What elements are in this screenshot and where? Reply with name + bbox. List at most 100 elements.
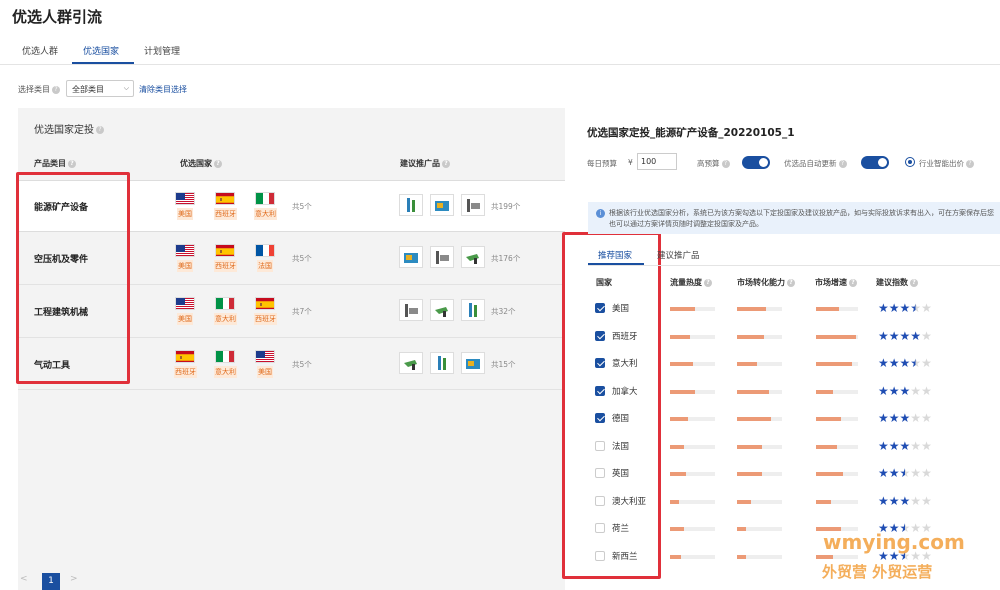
pager-prev-button[interactable]: < — [20, 574, 28, 584]
traffic-bar-fill — [670, 362, 693, 366]
country-checkbox[interactable] — [595, 303, 605, 313]
traffic-bar — [670, 362, 715, 366]
star-icon: ★ — [899, 438, 911, 453]
product-thumbnail[interactable] — [399, 299, 423, 321]
traffic-bar — [670, 389, 715, 394]
star-icon: ★ — [888, 411, 900, 425]
clear-category-link[interactable]: 清除类目选择 — [139, 84, 187, 95]
chevron-down-icon: ⌵ — [123, 84, 129, 92]
tab-optimal-country[interactable]: 优选国家 — [83, 44, 119, 57]
auto-update-toggle[interactable] — [861, 156, 889, 169]
product-count: 共32个 — [491, 307, 516, 316]
pager-page-1[interactable]: 1 — [42, 573, 60, 590]
country-flag-tag: 法国 — [254, 244, 276, 272]
country-tag-label: 西班牙 — [174, 366, 197, 378]
product-thumbnail[interactable] — [399, 194, 423, 216]
country-checkbox[interactable] — [595, 550, 605, 561]
conversion-bar-fill — [737, 389, 769, 394]
growth-bar-fill — [816, 362, 852, 366]
conversion-bar-fill — [737, 444, 762, 449]
help-icon[interactable]: ? — [96, 126, 104, 134]
smart-bid-radio[interactable] — [905, 157, 915, 167]
country-tag-label: 美国 — [177, 313, 193, 325]
star-icon: ★ — [910, 411, 922, 425]
country-checkbox[interactable] — [595, 330, 605, 341]
country-flag-tag: 美国 — [174, 244, 196, 272]
star-icon: ★ — [888, 493, 900, 508]
right-tabs-divider — [588, 265, 1000, 266]
help-icon[interactable]: ? — [721, 160, 730, 168]
category-select[interactable]: 全部类目 ⌵ — [66, 80, 134, 97]
recommendation-stars: ★★★★★ — [878, 440, 932, 452]
product-thumbnail[interactable] — [461, 194, 485, 216]
growth-bar-fill — [816, 307, 840, 311]
france-flag-icon — [255, 244, 275, 257]
product-thumbnail[interactable] — [430, 246, 454, 268]
country-checkbox[interactable] — [595, 523, 605, 533]
country-flag-tag: 西班牙 — [174, 350, 197, 378]
country-checkbox[interactable] — [595, 495, 605, 506]
traffic-bar-fill — [670, 554, 682, 559]
help-icon[interactable]: ? — [849, 278, 857, 287]
help-icon[interactable]: ? — [966, 160, 974, 168]
country-checkbox[interactable] — [595, 468, 605, 478]
country-checkbox[interactable] — [595, 413, 605, 423]
info-notice-text: 根据该行业优选国家分析，系统已为该方案勾选以下定投国家及建议投放产品，如与实际投… — [609, 209, 994, 228]
help-icon[interactable]: ? — [787, 278, 795, 287]
help-icon[interactable]: ? — [442, 159, 450, 168]
growth-bar-fill — [816, 499, 831, 504]
recommendation-stars: ★★★★★ — [878, 385, 932, 397]
country-name: 美国 — [612, 304, 630, 314]
help-icon[interactable]: ? — [214, 159, 222, 168]
help-icon[interactable]: ? — [52, 85, 60, 94]
country-name: 德国 — [612, 414, 630, 424]
star-icon: ★ — [878, 356, 889, 370]
tab-optimal-audience[interactable]: 优选人群 — [22, 44, 58, 57]
product-thumbnail[interactable] — [399, 246, 423, 268]
product-thumbnail[interactable] — [430, 352, 454, 374]
country-tag-label: 西班牙 — [214, 208, 237, 220]
traffic-bar — [670, 444, 715, 449]
tab-recommended-countries[interactable]: 推荐国家 — [598, 249, 632, 261]
product-thumbnail[interactable] — [461, 246, 485, 268]
country-checkbox[interactable] — [595, 385, 605, 396]
country-count: 共5个 — [292, 360, 312, 369]
active-right-tab-indicator — [588, 263, 644, 265]
help-icon[interactable]: ? — [910, 278, 918, 287]
traffic-bar — [670, 554, 715, 559]
usa-flag-icon — [175, 192, 195, 205]
product-thumbnail[interactable] — [461, 299, 485, 321]
help-icon[interactable]: ? — [704, 278, 712, 287]
country-tag-label: 西班牙 — [214, 260, 237, 272]
country-checkbox[interactable] — [595, 358, 605, 368]
col-conversion-text: 市场转化能力 — [737, 278, 785, 287]
star-icon: ★ — [878, 301, 889, 315]
country-flag-tag: 美国 — [174, 192, 196, 220]
help-icon[interactable]: ? — [68, 159, 76, 168]
usa-flag-icon — [255, 350, 275, 363]
col-product-category: 产品类目? — [34, 158, 76, 169]
product-thumbnail[interactable] — [430, 299, 454, 321]
product-thumbnail[interactable] — [399, 352, 423, 374]
auto-update-label: 优选品自动更新? — [784, 158, 847, 169]
pager-next-button[interactable]: > — [70, 574, 78, 584]
country-tag-label: 意大利 — [214, 366, 237, 378]
star-icon: ★ — [888, 383, 900, 398]
growth-bar-fill — [816, 472, 844, 476]
star-icon: ★ — [910, 438, 922, 453]
daily-budget-label: 每日预算 — [587, 159, 617, 168]
tab-plan-management[interactable]: 计划管理 — [144, 44, 180, 57]
product-thumbnail[interactable] — [461, 352, 485, 374]
product-thumbnail[interactable] — [430, 194, 454, 216]
star-icon: ★ — [899, 466, 911, 480]
daily-budget-input[interactable]: 100 — [637, 153, 677, 170]
product-count: 共15个 — [491, 360, 516, 369]
country-checkbox[interactable] — [595, 440, 605, 451]
smart-bid-label-text: 行业智能出价 — [919, 159, 964, 168]
traffic-bar — [670, 307, 715, 311]
traffic-bar-fill — [670, 389, 695, 394]
auto-update-label-text: 优选品自动更新 — [784, 159, 837, 168]
high-budget-toggle[interactable] — [742, 156, 770, 169]
help-icon[interactable]: ? — [838, 160, 847, 168]
tab-recommended-products[interactable]: 建议推广品 — [657, 249, 700, 261]
